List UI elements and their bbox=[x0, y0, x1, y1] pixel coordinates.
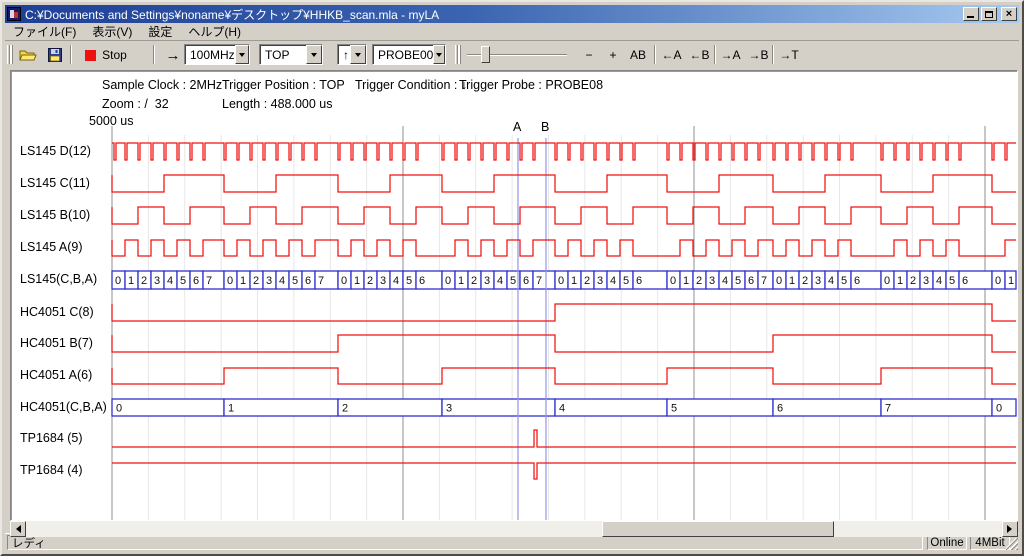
save-button[interactable] bbox=[42, 44, 68, 66]
cursor-a-left-button[interactable]: ←A bbox=[658, 44, 685, 66]
horizontal-scrollbar[interactable] bbox=[10, 521, 1018, 537]
info-trigger-position: Trigger Position : TOP bbox=[222, 78, 345, 92]
dropdown-button[interactable] bbox=[350, 45, 366, 64]
cursor-a-right-button[interactable]: →A bbox=[717, 44, 744, 66]
zoom-in-button[interactable]: + bbox=[602, 44, 624, 66]
trigger-edge-combo[interactable]: ↑ bbox=[337, 44, 367, 65]
channel-label: TP1684 (4) bbox=[20, 463, 83, 477]
ruler-division-label: 5000 us bbox=[89, 114, 133, 128]
cursor-b-right-button[interactable]: →B bbox=[745, 44, 772, 66]
dropdown-button[interactable] bbox=[235, 45, 249, 64]
cursor-a-label[interactable]: A bbox=[513, 120, 521, 134]
cursor-b-left-button[interactable]: ←B bbox=[686, 44, 713, 66]
toolbar-grip[interactable] bbox=[455, 45, 458, 64]
zoom-slider-thumb[interactable] bbox=[481, 46, 490, 63]
minimize-button[interactable] bbox=[963, 7, 979, 21]
scroll-left-button[interactable] bbox=[10, 521, 26, 537]
save-floppy-icon bbox=[48, 48, 62, 62]
chevron-down-icon bbox=[355, 53, 361, 60]
trigger-edge-value: ↑ bbox=[338, 48, 349, 62]
scroll-right-button[interactable] bbox=[1002, 521, 1018, 537]
toolbar-separator bbox=[153, 45, 155, 64]
open-file-button[interactable] bbox=[15, 44, 41, 66]
app-window: C:¥Documents and Settings¥noname¥デスクトップ¥… bbox=[0, 0, 1024, 556]
dropdown-button[interactable] bbox=[433, 45, 445, 64]
window-title: C:¥Documents and Settings¥noname¥デスクトップ¥… bbox=[25, 6, 439, 23]
scrollbar-thumb[interactable] bbox=[602, 521, 834, 537]
toolbar-separator bbox=[714, 45, 716, 64]
chevron-down-icon bbox=[436, 53, 442, 60]
toolbar-separator bbox=[654, 45, 656, 64]
minimize-icon bbox=[967, 16, 974, 18]
maximize-icon bbox=[985, 11, 993, 18]
goto-trigger-button[interactable]: →T bbox=[775, 44, 803, 66]
arrow-right-icon bbox=[1007, 525, 1016, 533]
arrow-left-icon bbox=[12, 525, 21, 533]
channel-label: HC4051 C(8) bbox=[20, 305, 94, 319]
info-length: Length : 488.000 us bbox=[222, 97, 333, 111]
channel-label: HC4051(C,B,A) bbox=[20, 400, 107, 414]
channel-label: LS145 C(11) bbox=[20, 176, 90, 190]
channel-label: LS145(C,B,A) bbox=[20, 272, 97, 286]
dropdown-button[interactable] bbox=[306, 45, 322, 64]
channel-label: LS145 A(9) bbox=[20, 240, 83, 254]
trigger-probe-combo[interactable]: PROBE00 bbox=[372, 44, 446, 65]
cursor-b-label[interactable]: B bbox=[541, 120, 549, 134]
stop-icon bbox=[85, 50, 96, 61]
trigger-probe-value: PROBE00 bbox=[373, 48, 433, 62]
chevron-down-icon bbox=[239, 53, 245, 60]
waveform-client-area bbox=[10, 70, 1018, 521]
status-ready-panel: レディ bbox=[7, 535, 923, 550]
status-memory-text: 4MBit bbox=[975, 537, 1004, 549]
ab-button[interactable]: AB bbox=[624, 44, 652, 66]
stop-label: Stop bbox=[102, 48, 127, 62]
trigger-position-combo[interactable]: TOP bbox=[259, 44, 323, 65]
info-sample-clock: Sample Clock : 2MHz bbox=[102, 78, 222, 92]
menu-help[interactable]: ヘルプ(H) bbox=[180, 22, 249, 41]
trigger-position-value: TOP bbox=[260, 48, 289, 62]
sample-clock-value: 100MHz bbox=[185, 48, 235, 62]
stop-button[interactable]: Stop bbox=[78, 44, 134, 66]
open-folder-icon bbox=[19, 48, 37, 62]
run-button[interactable]: → bbox=[159, 44, 187, 66]
app-icon bbox=[7, 7, 21, 21]
menu-settings[interactable]: 設定 bbox=[140, 22, 180, 41]
menu-view[interactable]: 表示(V) bbox=[84, 22, 140, 41]
menu-bar: ファイル(F) 表示(V) 設定 ヘルプ(H) bbox=[5, 23, 1019, 40]
chevron-down-icon bbox=[311, 53, 317, 60]
info-zoom: Zoom : / 32 bbox=[102, 97, 169, 111]
info-trigger-condition: Trigger Condition : ↓ bbox=[355, 78, 467, 92]
menu-file[interactable]: ファイル(F) bbox=[5, 22, 84, 41]
sample-clock-combo[interactable]: 100MHz bbox=[184, 44, 250, 65]
close-button[interactable]: × bbox=[1001, 7, 1017, 21]
toolbar-separator bbox=[772, 45, 774, 64]
channel-label: LS145 B(10) bbox=[20, 208, 90, 222]
toolbar-separator bbox=[70, 45, 72, 64]
status-online-panel: Online bbox=[927, 535, 967, 550]
title-bar[interactable]: C:¥Documents and Settings¥noname¥デスクトップ¥… bbox=[5, 5, 1019, 23]
resize-grip[interactable] bbox=[1006, 538, 1018, 550]
channel-label: TP1684 (5) bbox=[20, 431, 83, 445]
zoom-out-button[interactable]: − bbox=[578, 44, 600, 66]
maximize-button[interactable] bbox=[981, 7, 997, 21]
channel-label: LS145 D(12) bbox=[20, 144, 91, 158]
channel-label: HC4051 A(6) bbox=[20, 368, 92, 382]
info-trigger-probe: Trigger Probe : PROBE08 bbox=[459, 78, 603, 92]
status-online-text: Online bbox=[930, 537, 963, 549]
toolbar-grip[interactable] bbox=[7, 45, 10, 64]
status-memory-panel: 4MBit bbox=[970, 535, 1010, 550]
toolbar: Stop → 100MHz TOP ↑ PROBE00 − + AB ←A ←B bbox=[2, 40, 1022, 70]
channel-label: HC4051 B(7) bbox=[20, 336, 93, 350]
